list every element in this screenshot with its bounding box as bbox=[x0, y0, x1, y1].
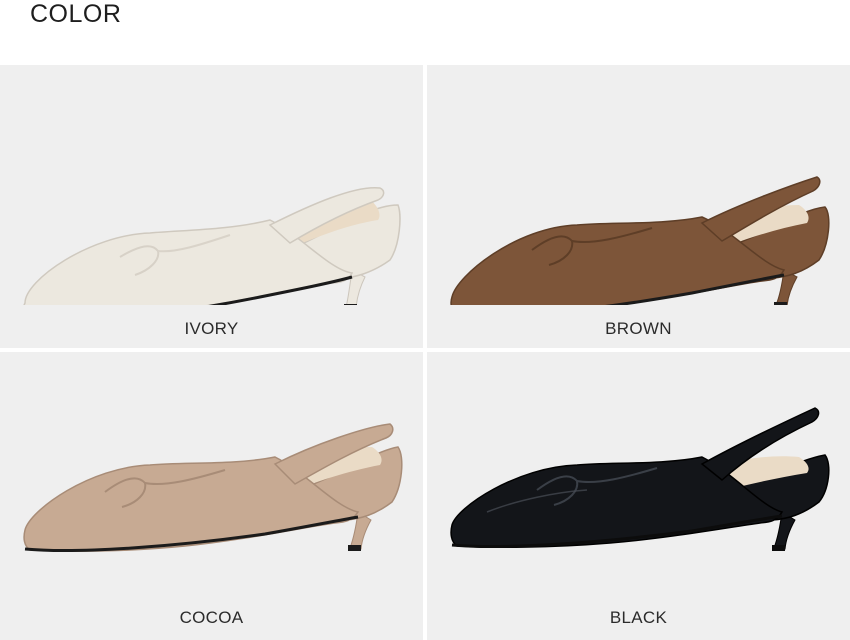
shoe-image-cocoa bbox=[23, 423, 403, 553]
color-label-ivory: IVORY bbox=[184, 319, 239, 338]
color-label-black: BLACK bbox=[609, 608, 668, 627]
color-heading: COLOR bbox=[30, 0, 122, 28]
color-label-cocoa: COCOA bbox=[179, 608, 244, 627]
shoe-image-brown bbox=[450, 176, 830, 305]
color-option-brown[interactable]: BROWN bbox=[427, 65, 850, 348]
color-option-ivory[interactable]: IVORY bbox=[0, 65, 423, 348]
shoe-image-black bbox=[450, 407, 830, 551]
shoe-image-ivory bbox=[23, 186, 401, 305]
color-option-black[interactable]: BLACK bbox=[427, 352, 850, 640]
color-option-cocoa[interactable]: COCOA bbox=[0, 352, 423, 640]
color-label-brown: BROWN bbox=[605, 319, 672, 338]
